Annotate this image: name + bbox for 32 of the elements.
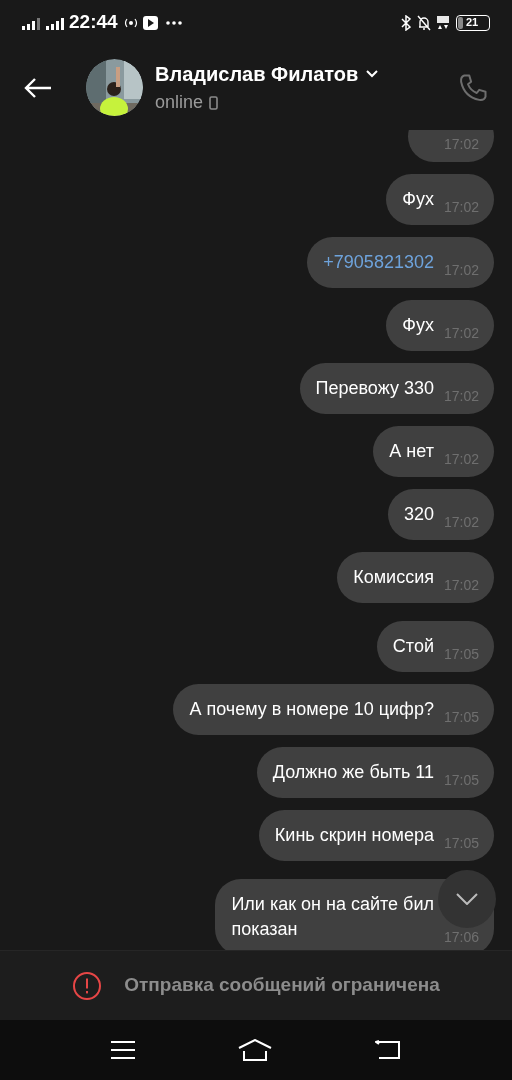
phone-device-icon <box>209 95 219 110</box>
back-arrow-icon[interactable] <box>24 76 52 99</box>
presence-status: online <box>155 91 204 114</box>
message-text: Стой <box>392 635 434 658</box>
phone-call-icon[interactable] <box>458 72 488 103</box>
menu-icon[interactable] <box>111 1041 136 1059</box>
message-text: А нет <box>389 440 434 463</box>
message-text: Фух <box>402 188 434 211</box>
battery-level: 21 <box>466 17 479 28</box>
back-icon[interactable] <box>374 1040 401 1060</box>
message-text: Или как он на сайте бил показан <box>231 893 434 941</box>
chevron-down-icon[interactable] <box>366 70 379 78</box>
message-text: Фух <box>402 314 434 337</box>
bluetooth-icon <box>401 14 411 31</box>
phone-link[interactable]: +7905821302 <box>323 237 434 288</box>
status-time: 22:44 <box>69 10 118 35</box>
battery-fill-icon <box>458 16 463 29</box>
muted-bell-icon <box>417 14 431 31</box>
message-text: Перевожу 330 <box>315 377 434 400</box>
message-text: Кинь скрин номера <box>274 824 434 847</box>
mobile-data-icon <box>436 14 450 31</box>
message-text: А почему в номере 10 цифр? <box>189 698 434 721</box>
message-text: Комиссия <box>353 566 434 589</box>
contact-name[interactable]: Владислав Филатов <box>155 59 359 89</box>
home-icon[interactable] <box>238 1039 272 1061</box>
message-text: Должно же быть 11 <box>272 761 434 784</box>
more-icon <box>165 20 182 25</box>
restriction-notice: Отправка сообщений ограничена <box>124 973 440 998</box>
chevron-down-icon <box>456 893 478 905</box>
play-icon <box>142 15 158 30</box>
warning-icon <box>72 970 103 1001</box>
message-text: 320 <box>403 503 434 526</box>
